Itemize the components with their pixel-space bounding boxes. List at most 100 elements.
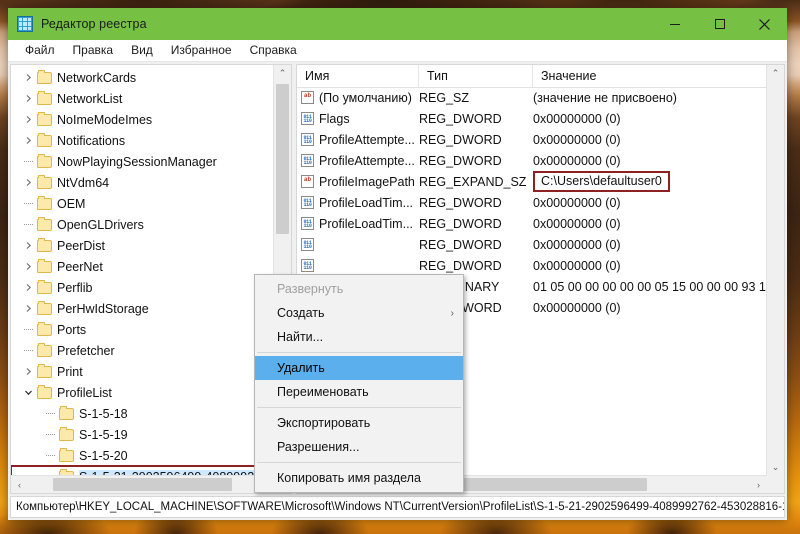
menu-help[interactable]: Справка (241, 40, 306, 61)
context-menu-separator (257, 352, 461, 353)
menu-file[interactable]: Файл (16, 40, 64, 61)
value-row[interactable]: 011 110 ProfileLoadTim... REG_DWORD 0x000000… (297, 213, 767, 234)
context-menu-item[interactable]: Копировать имя раздела (255, 466, 463, 490)
chevron-right-icon[interactable] (19, 115, 37, 124)
value-row[interactable]: 011 110 Flags REG_DWORD 0x00000000 (0) (297, 108, 767, 129)
chevron-down-icon[interactable] (19, 388, 37, 397)
context-menu-item[interactable]: Переименовать (255, 380, 463, 404)
values-scroll-down-icon[interactable]: ⌄ (767, 459, 784, 476)
context-menu-item[interactable]: Создать › (255, 301, 463, 325)
tree-item[interactable]: S-1-5-18 (11, 403, 274, 424)
value-row[interactable]: 011110 REG_DWORD 0x00000000 (0) (297, 255, 767, 276)
folder-icon (59, 447, 74, 462)
tree-item[interactable]: NoImeModeImes (11, 109, 274, 130)
tree-context-menu[interactable]: Развернуть Создать › Найти... Удалить Переиме… (254, 274, 464, 493)
tree-item[interactable]: NtVdm64 (11, 172, 274, 193)
chevron-right-icon[interactable] (19, 367, 37, 376)
tree-item[interactable]: NetworkList (11, 88, 274, 109)
folder-icon (37, 174, 52, 189)
column-header-name[interactable]: Имя (297, 65, 419, 87)
tree-item-label: PeerNet (57, 259, 103, 274)
menu-view[interactable]: Вид (122, 40, 162, 61)
value-type-cell: REG_EXPAND_SZ (419, 174, 527, 189)
tree-item[interactable]: S-1-5-20 (11, 445, 274, 466)
value-name-cell: 011 110 Flags (297, 112, 419, 126)
value-row[interactable]: 011 110 ProfileAttempte... REG_DWORD 0x00000… (297, 150, 767, 171)
window-titlebar: Редактор реестра (8, 8, 787, 40)
value-data-cell: 0x00000000 (0) (533, 111, 621, 126)
tree-item-label: NtVdm64 (57, 175, 110, 190)
value-type-cell: REG_DWORD (419, 132, 502, 147)
chevron-right-icon[interactable] (19, 262, 37, 271)
tree-item-label: OEM (57, 196, 86, 211)
maximize-button[interactable] (697, 8, 742, 40)
menu-edit[interactable]: Правка (64, 40, 123, 61)
tree-item-label: S-1-5-18 (79, 406, 128, 421)
context-menu-item[interactable]: Удалить (255, 356, 463, 380)
column-header-type[interactable]: Тип (419, 65, 533, 87)
registry-tree-pane: NetworkCards NetworkList NoImeModeImes Noti… (10, 64, 292, 494)
tree-item[interactable]: Notifications (11, 130, 274, 151)
chevron-right-icon[interactable] (19, 283, 37, 292)
value-row[interactable]: 011110 REG_DWORD 0x00000000 (0) (297, 234, 767, 255)
value-row[interactable]: 011 110 ProfileLoadTim... REG_DWORD 0x000000… (297, 192, 767, 213)
value-row[interactable]: ab (По умолчанию) REG_SZ (значение не присв… (297, 87, 767, 108)
folder-icon (37, 237, 52, 252)
tree-horizontal-scrollbar[interactable]: ‹ › (11, 475, 274, 493)
value-name-label: ProfileAttempte... (319, 153, 415, 168)
registry-editor-icon (17, 16, 33, 32)
minimize-button[interactable] (652, 8, 697, 40)
tree-item[interactable]: S-1-5-19 (11, 424, 274, 445)
tree-hscroll-thumb[interactable] (53, 478, 232, 491)
menubar: Файл Правка Вид Избранное Справка (8, 40, 787, 62)
registry-tree[interactable]: NetworkCards NetworkList NoImeModeImes Noti… (11, 65, 274, 476)
tree-scroll-left-icon[interactable]: ‹ (11, 476, 28, 493)
tree-item[interactable]: ProfileList (11, 382, 274, 403)
context-menu-item-label: Экспортировать (277, 416, 371, 430)
tree-vscroll-thumb[interactable] (276, 84, 289, 234)
value-name-cell: ab ProfileImagePath (297, 175, 419, 189)
values-vertical-scrollbar[interactable]: ⌃ ⌄ (766, 65, 784, 476)
tree-item-label: NetworkCards (57, 70, 137, 85)
tree-item[interactable]: Print (11, 361, 274, 382)
values-scroll-up-icon[interactable]: ⌃ (767, 65, 784, 82)
close-button[interactable] (742, 8, 787, 40)
tree-item-label: Ports (57, 322, 87, 337)
context-menu-item[interactable]: Экспортировать (255, 411, 463, 435)
folder-icon (37, 195, 52, 210)
chevron-right-icon[interactable] (19, 241, 37, 250)
values-column-header: Имя Тип Значение (297, 65, 784, 88)
context-menu-separator (257, 407, 461, 408)
values-scroll-right-icon[interactable]: › (750, 476, 767, 493)
tree-item[interactable]: OEM (11, 193, 274, 214)
tree-item[interactable]: NetworkCards (11, 67, 274, 88)
tree-item[interactable]: Prefetcher (11, 340, 274, 361)
tree-item[interactable]: Perflib (11, 277, 274, 298)
value-row[interactable]: ab ProfileImagePath REG_EXPAND_SZ C:\Users\… (297, 171, 767, 192)
tree-item[interactable]: PerHwIdStorage (11, 298, 274, 319)
tree-scroll-up-icon[interactable]: ⌃ (274, 65, 291, 82)
folder-icon (37, 69, 52, 84)
value-name-label: Flags (319, 111, 350, 126)
context-menu-item[interactable]: Найти... (255, 325, 463, 349)
tree-item[interactable]: Ports (11, 319, 274, 340)
chevron-right-icon[interactable] (19, 136, 37, 145)
chevron-right-icon[interactable] (19, 178, 37, 187)
chevron-right-icon[interactable] (19, 73, 37, 82)
context-menu-item: Развернуть (255, 277, 463, 301)
tree-item[interactable]: PeerDist (11, 235, 274, 256)
tree-item-label: PeerDist (57, 238, 105, 253)
chevron-right-icon[interactable] (19, 94, 37, 103)
context-menu-item[interactable]: Разрешения... (255, 435, 463, 459)
value-data-cell: 0x00000000 (0) (533, 195, 621, 210)
tree-item[interactable]: PeerNet (11, 256, 274, 277)
tree-item[interactable]: NowPlayingSessionManager (11, 151, 274, 172)
tree-item-label: Prefetcher (57, 343, 115, 358)
tree-item[interactable]: OpenGLDrivers (11, 214, 274, 235)
column-header-value[interactable]: Значение (533, 65, 784, 87)
value-row[interactable]: 011 110 ProfileAttempte... REG_DWORD 0x00000… (297, 129, 767, 150)
value-name-cell: 011110 (297, 259, 419, 272)
chevron-right-icon[interactable] (19, 304, 37, 313)
tree-item-label: NowPlayingSessionManager (57, 154, 217, 169)
menu-favorites[interactable]: Избранное (162, 40, 241, 61)
